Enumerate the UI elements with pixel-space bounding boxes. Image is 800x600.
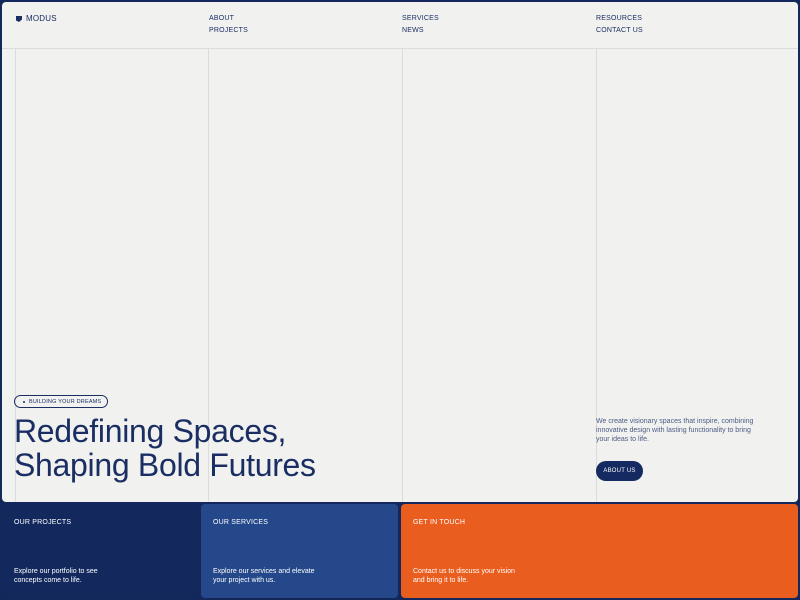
- nav-link-resources[interactable]: RESOURCES: [596, 15, 643, 22]
- tagline-badge: BUILDING YOUR DREAMS: [14, 395, 109, 408]
- nav-column-3: RESOURCES CONTACT US: [596, 15, 643, 34]
- logo-mark-icon: [16, 15, 22, 22]
- card-description: Explore our portfolio to see concepts co…: [14, 568, 98, 584]
- grid-line: [402, 48, 403, 502]
- nav-link-services[interactable]: SERVICES: [402, 15, 439, 22]
- nav-link-news[interactable]: NEWS: [402, 27, 439, 34]
- about-us-button[interactable]: ABOUT US: [596, 461, 643, 481]
- bullet-dot-icon: [23, 400, 25, 403]
- badge-label: BUILDING YOUR DREAMS: [29, 398, 102, 405]
- card-title: GET IN TOUCH: [413, 519, 466, 526]
- nav-link-about[interactable]: ABOUT: [209, 15, 248, 22]
- card-our-projects[interactable]: OUR PROJECTS Explore our portfolio to se…: [2, 504, 198, 598]
- nav-column-1: ABOUT PROJECTS: [209, 15, 248, 34]
- card-description: Contact us to discuss your vision and br…: [413, 568, 515, 584]
- nav-link-projects[interactable]: PROJECTS: [209, 27, 248, 34]
- card-our-services[interactable]: OUR SERVICES Explore our services and el…: [201, 504, 398, 598]
- hero-intro-text: We create visionary spaces that inspire,…: [596, 418, 754, 443]
- logo[interactable]: MODUS: [16, 14, 57, 23]
- nav-divider: [2, 48, 798, 49]
- card-title: OUR SERVICES: [213, 519, 269, 526]
- nav-column-2: SERVICES NEWS: [402, 15, 439, 34]
- nav-link-contact-us[interactable]: CONTACT US: [596, 27, 643, 34]
- headline-line-2: Shaping Bold Futures: [14, 447, 316, 483]
- brand-name: MODUS: [26, 14, 57, 23]
- card-title: OUR PROJECTS: [14, 519, 72, 526]
- card-get-in-touch[interactable]: GET IN TOUCH Contact us to discuss your …: [401, 504, 798, 598]
- headline-line-1: Redefining Spaces,: [14, 413, 287, 449]
- hero-headline: Redefining Spaces, Shaping Bold Futures: [14, 414, 316, 482]
- hero-section: MODUS ABOUT PROJECTS SERVICES NEWS RESOU…: [2, 2, 798, 502]
- card-description: Explore our services and elevate your pr…: [213, 568, 315, 584]
